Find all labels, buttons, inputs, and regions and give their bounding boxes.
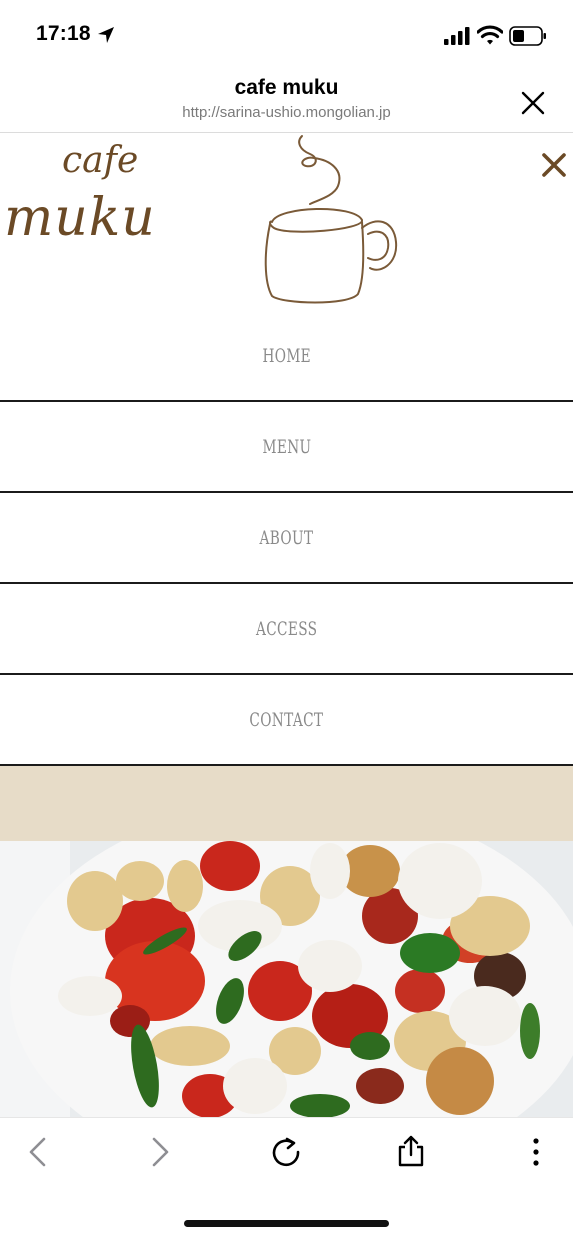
signal-icon: [444, 27, 470, 45]
nav-item-label: ABOUT: [259, 526, 314, 549]
logo-cafe[interactable]: cafe: [62, 140, 138, 181]
nav-item-label: ACCESS: [255, 617, 318, 640]
share-icon[interactable]: [394, 1134, 428, 1168]
browser-url[interactable]: http://sarina-ushio.mongolian.jp: [0, 104, 573, 121]
location-arrow-icon: [98, 27, 114, 43]
nav-item-contact[interactable]: CONTACT: [0, 674, 573, 765]
logo-muku[interactable]: muku: [4, 188, 156, 248]
home-indicator[interactable]: [184, 1220, 389, 1227]
more-icon[interactable]: [528, 1136, 544, 1168]
wifi-icon: [477, 25, 503, 45]
menu-close-icon[interactable]: [541, 152, 567, 178]
forward-icon[interactable]: [148, 1136, 172, 1168]
nav-item-access[interactable]: ACCESS: [0, 583, 573, 674]
nav-item-label: HOME: [262, 344, 311, 367]
nav-item-about[interactable]: ABOUT: [0, 492, 573, 583]
close-icon[interactable]: [518, 88, 548, 118]
coffee-cup-icon: [264, 135, 398, 304]
beige-band: [0, 766, 573, 841]
status-time: 17:18: [36, 22, 91, 45]
browser-page-title: cafe muku: [234, 76, 339, 99]
reload-icon[interactable]: [270, 1136, 302, 1168]
battery-icon: [509, 26, 546, 46]
salad-photo: [0, 841, 573, 1117]
nav-item-label: CONTACT: [249, 708, 324, 731]
nav-item-label: MENU: [262, 435, 311, 458]
back-icon[interactable]: [26, 1136, 50, 1168]
nav-item-home[interactable]: HOME: [0, 310, 573, 401]
nav-item-menu[interactable]: MENU: [0, 401, 573, 492]
